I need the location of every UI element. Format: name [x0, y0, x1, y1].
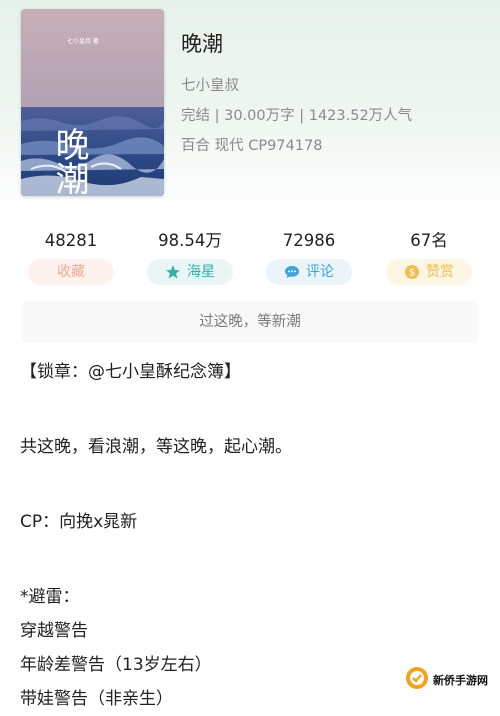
svg-text:$: $: [409, 268, 415, 279]
description-line: 【锁章：@七小皇酥纪念簿】: [20, 362, 241, 382]
watermark-logo-icon: [405, 666, 429, 694]
description-line: *避雷：: [20, 587, 80, 607]
book-description: 【锁章：@七小皇酥纪念簿】 共这晚，看浪潮，等这晚，起心潮。 CP：向挽x晁新 …: [20, 355, 490, 716]
star-icon: [165, 264, 181, 280]
book-title: 晚潮: [181, 32, 223, 56]
book-tagline: 过这晚，等新潮: [22, 301, 478, 343]
coin-icon: $: [404, 264, 420, 280]
author-link[interactable]: 七小皇叔: [181, 75, 488, 105]
stat-rewards: 67名 $ 赞赏: [369, 228, 489, 285]
description-line: CP：向挽x晁新: [20, 512, 138, 532]
favorite-label: 收藏: [57, 264, 85, 280]
starfish-button[interactable]: 海星: [147, 259, 233, 285]
stat-starfish: 98.54万 海星: [130, 228, 250, 285]
book-status: 完结 | 30.00万字 | 1423.52万人气: [181, 108, 413, 124]
stat-favorites: 48281 收藏: [11, 228, 131, 285]
reward-label: 赞赏: [426, 264, 454, 280]
comment-icon: [284, 264, 300, 280]
site-watermark: 新侨手游网: [401, 663, 492, 697]
stat-starfish-count: 98.54万: [158, 231, 222, 250]
reward-button[interactable]: $ 赞赏: [386, 259, 472, 285]
cover-author-text: 七小皇叔 著: [67, 37, 99, 45]
watermark-text: 新侨手游网: [433, 674, 488, 687]
starfish-label: 海星: [187, 264, 215, 280]
cover-title-text: 晚潮: [49, 127, 89, 195]
book-cover[interactable]: 七小皇叔 著 晚潮: [21, 9, 164, 196]
cover-artwork: 七小皇叔 著 晚潮: [21, 9, 164, 196]
comment-label: 评论: [306, 264, 334, 280]
stats-bar: 48281 收藏 98.54万 海星 72986 评论 67名 $ 赞赏: [0, 228, 500, 288]
comment-button[interactable]: 评论: [266, 259, 352, 285]
favorite-button[interactable]: 收藏: [28, 259, 114, 285]
stat-rewards-rank: 67名: [410, 231, 448, 250]
description-line: 共这晚，看浪潮，等这晚，起心潮。: [20, 437, 292, 457]
stat-comments-count: 72986: [282, 231, 336, 250]
book-info: 晚潮 七小皇叔 完结 | 30.00万字 | 1423.52万人气 百合 现代 …: [181, 28, 488, 165]
stat-favorites-count: 48281: [44, 231, 98, 250]
description-line: 穿越警告: [20, 621, 88, 641]
book-tags: 百合 现代 CP974178: [181, 138, 323, 154]
stat-comments: 72986 评论: [249, 228, 369, 285]
